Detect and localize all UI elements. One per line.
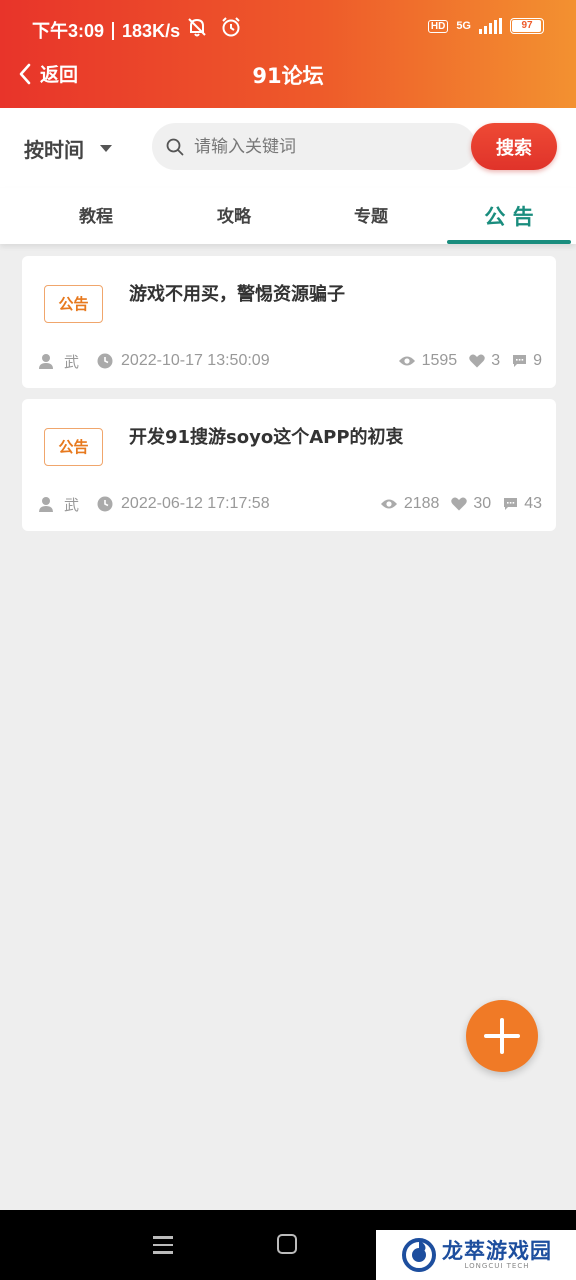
post-badge: 公告: [44, 428, 103, 466]
chevron-left-icon: [19, 63, 31, 84]
comment-icon: [504, 498, 518, 510]
sort-dropdown[interactable]: 按时间: [24, 134, 112, 163]
post-date: 2022-06-12 17:17:58: [121, 495, 270, 512]
search-row: 按时间 搜索: [0, 108, 576, 188]
hd-badge: HD: [427, 19, 449, 33]
alarm-icon: [222, 17, 240, 37]
status-separator: [112, 22, 115, 40]
status-right: HD 5G 97: [427, 18, 544, 34]
tab-topic[interactable]: 专题: [309, 188, 433, 244]
view-count: 1595: [421, 352, 458, 369]
view-count: 2188: [403, 495, 440, 512]
post-card[interactable]: 公告 游戏不用买，警惕资源骗子 武 2022-10-17 13:50:09 15…: [22, 256, 556, 388]
clock-icon: [97, 353, 113, 369]
network-type: 5G: [456, 20, 471, 32]
watermark-sub: LONGCUI TECH: [464, 1262, 530, 1270]
status-icons: [186, 16, 242, 38]
post-stats: 1595 3 9: [398, 352, 542, 370]
post-title: 开发91搜游soyo这个APP的初衷: [129, 427, 404, 448]
heart-icon: [451, 497, 468, 511]
app-header: 下午3:09 183K/s HD 5G 97 91论坛 返回: [0, 0, 576, 108]
comment-icon: [513, 355, 527, 367]
battery-icon: 97: [510, 18, 544, 34]
home-icon[interactable]: [277, 1234, 297, 1254]
search-box[interactable]: [152, 123, 476, 170]
post-author: 武: [64, 495, 80, 514]
search-icon: [166, 138, 184, 155]
clock-icon: [97, 496, 113, 512]
back-label: 返回: [40, 64, 79, 86]
comment-count: 9: [533, 352, 542, 369]
back-button[interactable]: 返回: [18, 60, 78, 87]
tab-announcement[interactable]: 公 告: [447, 188, 571, 244]
sort-label: 按时间: [24, 138, 84, 162]
post-meta: 武 2022-10-17 13:50:09 1595 3 9: [38, 350, 542, 372]
post-title: 游戏不用买，警惕资源骗子: [129, 284, 345, 305]
watermark-logo-icon: [402, 1238, 436, 1272]
tab-guide[interactable]: 攻略: [172, 188, 296, 244]
page-title: 91论坛: [252, 64, 324, 88]
clock-text: 下午3:09: [32, 21, 105, 41]
post-date: 2022-10-17 13:50:09: [121, 352, 270, 369]
post-badge: 公告: [44, 285, 103, 323]
like-count: 3: [491, 352, 501, 369]
tab-tutorial[interactable]: 教程: [34, 188, 158, 244]
comment-count: 43: [524, 495, 542, 512]
caret-down-icon: [100, 145, 112, 152]
battery-level: 97: [521, 20, 533, 31]
mute-notification-icon: [188, 18, 206, 37]
post-card[interactable]: 公告 开发91搜游soyo这个APP的初衷 武 2022-06-12 17:17…: [22, 399, 556, 531]
search-button[interactable]: 搜索: [471, 123, 557, 170]
network-speed: 183K/s: [122, 21, 181, 41]
heart-icon: [469, 354, 485, 368]
user-icon: [39, 354, 53, 369]
like-count: 30: [473, 495, 492, 512]
user-icon: [39, 497, 53, 512]
post-stats: 2188 30 43: [380, 495, 542, 513]
post-meta: 武 2022-06-12 17:17:58 2188 30 43: [38, 493, 542, 515]
eye-icon: [398, 356, 415, 366]
status-bar: 下午3:09 183K/s HD 5G 97: [0, 0, 576, 56]
category-tabs: 教程 攻略 专题 公 告: [0, 188, 576, 244]
signal-icon: [479, 18, 502, 34]
watermark-name: 龙萃游戏园: [442, 1239, 552, 1263]
menu-icon[interactable]: [153, 1236, 173, 1259]
status-time: 下午3:09 183K/s: [32, 17, 180, 43]
eye-icon: [380, 499, 397, 509]
watermark: 龙萃游戏园 LONGCUI TECH: [376, 1230, 576, 1280]
search-input[interactable]: [192, 135, 456, 158]
post-author: 武: [64, 352, 80, 371]
add-post-button[interactable]: [466, 1000, 538, 1072]
nav-bar: 91论坛 返回: [0, 56, 576, 96]
